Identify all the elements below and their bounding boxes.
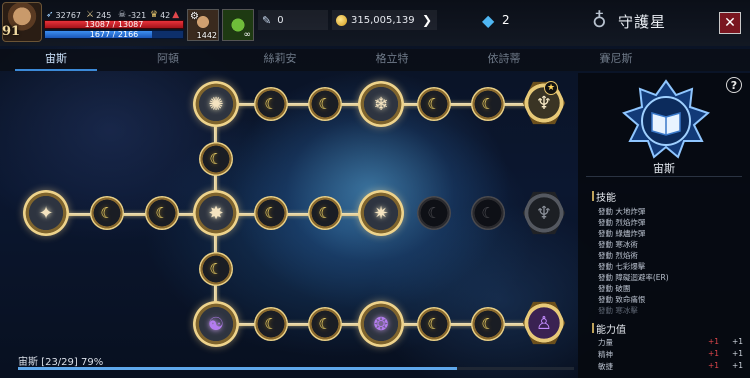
item-resource[interactable]: ✎ 0 bbox=[258, 10, 328, 30]
skill-item-locked: 發動 寒冰擊 bbox=[598, 306, 638, 315]
skill-item: 發動 破團 bbox=[598, 284, 631, 293]
moon-node[interactable]: ☾ bbox=[145, 196, 179, 230]
skill-node-top-2[interactable]: ❄ bbox=[358, 81, 404, 127]
moon-node[interactable]: ☾ bbox=[417, 87, 451, 121]
skills-title: 技能 bbox=[596, 193, 616, 204]
moon-node[interactable]: ☾ bbox=[471, 307, 505, 341]
purple-spirit-icon: ☯ bbox=[207, 313, 225, 335]
attribute-row: 精神 +1 +1 bbox=[598, 349, 744, 359]
tab-zeus[interactable]: 宙斯 bbox=[0, 49, 112, 71]
skill-item: 發動 致命痛恨 bbox=[598, 295, 646, 304]
book-emblem-icon bbox=[622, 79, 710, 159]
wing-icon: ➶ bbox=[46, 10, 54, 20]
page-title: 守護星 bbox=[618, 13, 667, 31]
crystal-burst-icon: ✺ bbox=[208, 93, 224, 115]
crystal-spike-icon: ✸ bbox=[208, 202, 224, 224]
slot1-count: 1442 bbox=[196, 31, 217, 40]
skill-node-middle-2[interactable]: ✷ bbox=[358, 190, 404, 236]
skull-icon: ☠ bbox=[118, 10, 127, 20]
moon-node[interactable]: ☾ bbox=[308, 196, 342, 230]
constellation-progress-bar bbox=[18, 367, 574, 370]
moon-node[interactable]: ☾ bbox=[199, 142, 233, 176]
stat-a: ⚔ 245 bbox=[86, 10, 112, 20]
moon-node[interactable]: ☾ bbox=[471, 87, 505, 121]
moon-node[interactable]: ☾ bbox=[90, 196, 124, 230]
buff-slot-1[interactable]: ⚙ 1442 bbox=[187, 9, 219, 41]
tab-sainisi[interactable]: 賽尼斯 bbox=[560, 49, 672, 71]
player-level: 91 bbox=[2, 24, 21, 39]
star-badge-icon: ★ bbox=[544, 81, 558, 95]
attribute-row: 力量 +1 +1 bbox=[598, 337, 744, 347]
ice-shards-icon: ❄ bbox=[373, 93, 389, 115]
capstone-node-middle-locked[interactable]: ♆ bbox=[522, 191, 566, 235]
progress-fill bbox=[18, 367, 458, 370]
gold-expand-arrow-icon[interactable]: ❯ bbox=[417, 10, 437, 30]
dark-crystal-icon: ♆ bbox=[535, 202, 553, 224]
tab-silian[interactable]: 絲莉安 bbox=[224, 49, 336, 71]
constellation-tabs: 宙斯 阿頓 絲莉安 格立特 依詩蒂 賽尼斯 bbox=[0, 49, 750, 71]
close-button[interactable]: ✕ bbox=[719, 12, 741, 34]
skill-node-hub[interactable]: ✸ bbox=[193, 190, 239, 236]
hp-bar: 13087 / 13087 bbox=[44, 20, 184, 29]
tab-yishidi[interactable]: 依詩蒂 bbox=[448, 49, 560, 71]
attribute-row: 敏捷 +1 +1 bbox=[598, 361, 744, 371]
coin-icon bbox=[336, 14, 347, 26]
trophy-icon: ♛ bbox=[150, 10, 159, 20]
moon-node[interactable]: ☾ bbox=[417, 307, 451, 341]
skill-node-bottom-1[interactable]: ☯ bbox=[193, 301, 239, 347]
slot2-label: ∞ bbox=[243, 30, 252, 40]
skill-node-root[interactable]: ✦ bbox=[23, 190, 69, 236]
top-bar: 91 ➶ 32767 ⚔ 245 ☠ -321 ♛ 42 ▲ 13087 / 1… bbox=[0, 0, 750, 46]
crystal-cluster-icon: ♆ bbox=[535, 92, 553, 114]
mp-bar: 1677 / 2166 bbox=[44, 30, 184, 39]
feather-icon: ✎ bbox=[262, 13, 272, 27]
purple-orb-icon: ❂ bbox=[373, 313, 389, 335]
moon-node[interactable]: ☾ bbox=[254, 87, 288, 121]
skill-item: 發動 寒冰術 bbox=[598, 240, 638, 249]
section-marker bbox=[592, 323, 594, 333]
star-burst-icon: ✷ bbox=[373, 202, 389, 224]
help-button[interactable]: ? bbox=[726, 77, 742, 93]
skill-item: 發動 七彩爆擊 bbox=[598, 262, 646, 271]
power-stat: ➶ 32767 bbox=[46, 10, 81, 20]
earth-crystal-icon: ✦ bbox=[38, 202, 54, 224]
constellation-tree: ✺ ☾ ☾ ❄ ☾ ☾ ♆ ★ ☾ ☾ ✦ ☾ ☾ ✸ ☾ ☾ ✷ ☾ ☾ ♆ … bbox=[0, 73, 578, 356]
moon-node-locked[interactable]: ☾ bbox=[417, 196, 451, 230]
stat-b: ☠ -321 bbox=[118, 10, 147, 20]
crystal-icon: ◆ bbox=[482, 11, 495, 30]
constellation-name: 宙斯 bbox=[653, 162, 675, 175]
skill-item: 發動 烈焰術 bbox=[598, 251, 638, 260]
capstone-node-bottom[interactable]: ♙ bbox=[522, 301, 566, 345]
moon-node-locked[interactable]: ☾ bbox=[471, 196, 505, 230]
skill-item: 發動 大地炸彈 bbox=[598, 207, 646, 216]
crystal-count: 2 bbox=[502, 13, 510, 27]
constellation-progress-label: 宙斯 [23/29] 79% bbox=[18, 357, 104, 368]
tab-gelite[interactable]: 格立特 bbox=[336, 49, 448, 71]
skill-node-top-1[interactable]: ✺ bbox=[193, 81, 239, 127]
attributes-title: 能力值 bbox=[596, 325, 626, 336]
moon-node[interactable]: ☾ bbox=[199, 252, 233, 286]
constellation-info-panel: ? 宙斯 技能 發動 大地炸彈 發動 烈焰炸彈 發動 綠燼炸彈 發動 寒冰術 發… bbox=[578, 73, 750, 378]
moon-node[interactable]: ☾ bbox=[308, 307, 342, 341]
warning-icon: ▲ bbox=[172, 10, 180, 20]
stat-c: ♛ 42 ▲ bbox=[150, 10, 180, 20]
spirit-figure-icon: ♙ bbox=[535, 312, 553, 334]
moon-node[interactable]: ☾ bbox=[254, 307, 288, 341]
divider bbox=[586, 176, 742, 177]
skill-node-bottom-2[interactable]: ❂ bbox=[358, 301, 404, 347]
moon-node[interactable]: ☾ bbox=[308, 87, 342, 121]
buff-slot-2[interactable]: ∞ bbox=[222, 9, 254, 41]
swords-icon: ⚔ bbox=[86, 10, 95, 20]
skill-item: 發動 綠燼炸彈 bbox=[598, 229, 646, 238]
section-marker bbox=[592, 191, 594, 201]
moon-node[interactable]: ☾ bbox=[254, 196, 288, 230]
hp-text: 13087 / 13087 bbox=[84, 20, 144, 29]
guardian-star-icon: ♁ bbox=[592, 8, 607, 32]
skill-item: 發動 障礙迴避率(ER) bbox=[598, 273, 669, 282]
mp-text: 1677 / 2166 bbox=[89, 30, 139, 39]
tab-aton[interactable]: 阿頓 bbox=[112, 49, 224, 71]
skill-item: 發動 烈焰炸彈 bbox=[598, 218, 646, 227]
